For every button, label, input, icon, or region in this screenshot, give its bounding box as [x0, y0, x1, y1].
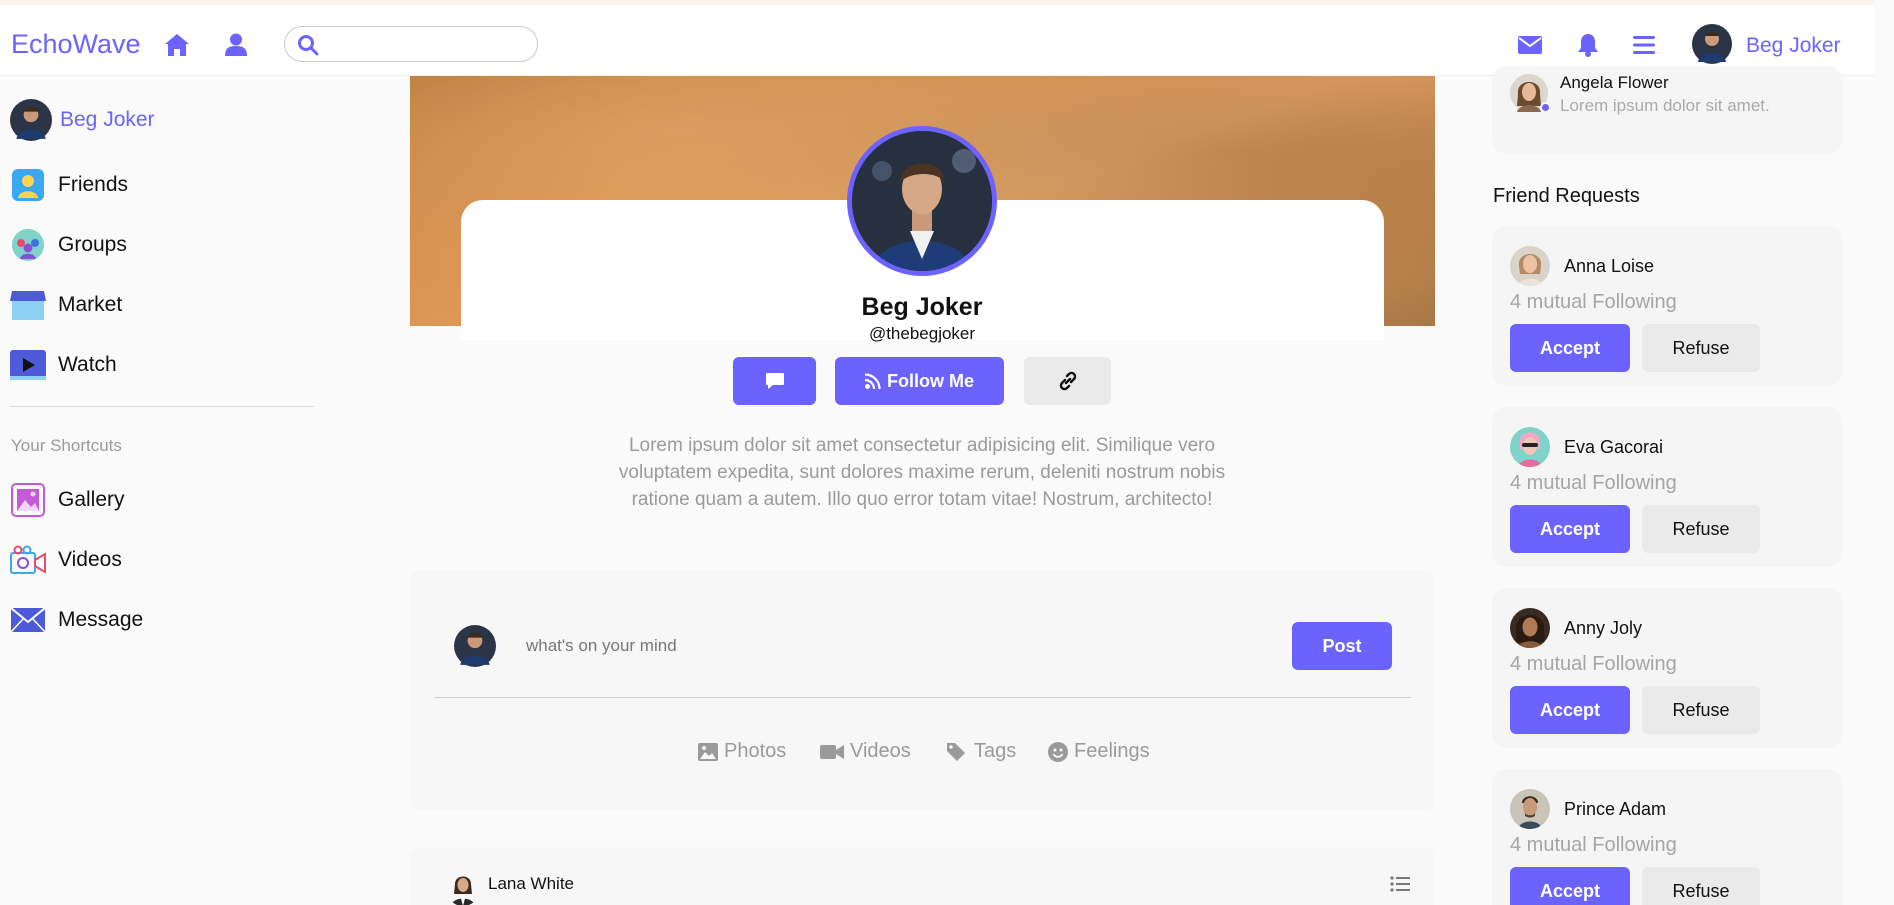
accept-button[interactable]: Accept — [1510, 324, 1630, 372]
video-camera-icon — [820, 744, 844, 759]
profile-icon[interactable] — [222, 31, 250, 59]
app-logo[interactable]: EchoWave — [11, 29, 141, 60]
photos-option[interactable]: Photos — [698, 740, 786, 763]
avatar[interactable] — [1692, 24, 1732, 64]
post-author[interactable]: Lana White — [488, 874, 574, 894]
refuse-button[interactable]: Refuse — [1642, 867, 1760, 905]
avatar[interactable] — [446, 872, 480, 905]
sidebar-item-videos[interactable]: Videos — [10, 540, 122, 580]
friends-icon — [10, 167, 46, 203]
sidebar-item-gallery[interactable]: Gallery — [10, 480, 125, 520]
option-label: Feelings — [1074, 740, 1150, 762]
sidebar-item-label: Videos — [58, 548, 122, 571]
option-label: Videos — [850, 740, 911, 762]
right-sidebar: Angela Flower Lorem ipsum dolor sit amet… — [1490, 66, 1870, 905]
sidebar-item-label: Watch — [58, 353, 117, 376]
online-status-dot — [1540, 102, 1551, 113]
copy-link-button[interactable] — [1024, 357, 1111, 405]
watch-icon — [10, 347, 46, 383]
follow-button[interactable]: Follow Me — [835, 357, 1004, 405]
gallery-icon — [10, 482, 46, 518]
refuse-button[interactable]: Refuse — [1642, 686, 1760, 734]
mutual-count: 4 mutual Following — [1510, 291, 1677, 313]
sidebar-divider — [10, 406, 314, 407]
sidebar-item-message[interactable]: Message — [10, 600, 143, 640]
accept-button[interactable]: Accept — [1510, 505, 1630, 553]
feelings-option[interactable]: Feelings — [1048, 740, 1150, 763]
sidebar-item-label: Groups — [58, 233, 127, 256]
menu-icon[interactable] — [1630, 31, 1658, 59]
videos-option[interactable]: Videos — [820, 740, 911, 763]
refuse-button[interactable]: Refuse — [1642, 324, 1760, 372]
groups-icon — [10, 227, 46, 263]
top-navbar: EchoWave Beg Joker — [0, 0, 1874, 76]
avatar — [10, 99, 52, 141]
requester-name[interactable]: Eva Gacorai — [1564, 437, 1663, 458]
friend-request-card: Anny Joly 4 mutual Following Accept Refu… — [1492, 588, 1842, 748]
sidebar-profile[interactable]: Beg Joker — [10, 99, 155, 141]
option-label: Photos — [724, 740, 787, 762]
mutual-count: 4 mutual Following — [1510, 472, 1677, 494]
post-composer: Post Photos Videos Tags Feelings — [410, 570, 1435, 810]
message-button[interactable] — [733, 357, 816, 405]
sidebar-profile-name: Beg Joker — [60, 108, 155, 131]
search-icon — [297, 34, 319, 61]
mail-icon[interactable] — [1516, 31, 1544, 59]
requester-name[interactable]: Anny Joly — [1564, 618, 1642, 639]
option-label: Tags — [974, 740, 1017, 762]
post-input[interactable] — [526, 630, 1026, 662]
left-sidebar: Beg Joker Friends Groups Market Watch Yo… — [0, 76, 354, 905]
avatar[interactable] — [1510, 789, 1550, 829]
requester-name[interactable]: Prince Adam — [1564, 799, 1666, 820]
bell-icon[interactable] — [1574, 31, 1602, 59]
post-button[interactable]: Post — [1292, 622, 1392, 670]
mutual-count: 4 mutual Following — [1510, 653, 1677, 675]
home-icon[interactable] — [163, 31, 191, 59]
link-icon — [1059, 371, 1076, 391]
sidebar-item-watch[interactable]: Watch — [10, 345, 117, 385]
smile-icon — [1048, 741, 1068, 762]
videos-icon — [10, 542, 46, 578]
accept-button[interactable]: Accept — [1510, 867, 1630, 905]
header-user-name[interactable]: Beg Joker — [1746, 34, 1841, 58]
requester-name[interactable]: Anna Loise — [1564, 256, 1654, 277]
message-preview: Lorem ipsum dolor sit amet. — [1560, 96, 1770, 115]
shortcuts-title: Your Shortcuts — [11, 436, 122, 455]
chat-icon — [765, 373, 784, 389]
accept-button[interactable]: Accept — [1510, 686, 1630, 734]
message-icon — [10, 602, 46, 638]
profile-bio: Lorem ipsum dolor sit amet consectetur a… — [618, 435, 1226, 510]
mutual-count: 4 mutual Following — [1510, 834, 1677, 856]
sidebar-item-label: Gallery — [58, 488, 125, 511]
post-card: Lana White — [410, 848, 1435, 905]
list-icon[interactable] — [1390, 876, 1410, 897]
follow-label: Follow Me — [887, 370, 974, 391]
search-box — [284, 26, 538, 62]
avatar[interactable] — [1510, 246, 1550, 286]
friend-request-card: Prince Adam 4 mutual Following Accept Re… — [1492, 769, 1842, 905]
sidebar-item-friends[interactable]: Friends — [10, 165, 128, 205]
friend-request-card: Anna Loise 4 mutual Following Accept Ref… — [1492, 226, 1842, 386]
message-sender: Angela Flower — [1560, 73, 1669, 92]
friend-requests-title: Friend Requests — [1493, 185, 1640, 207]
tag-icon — [947, 742, 965, 761]
avatar — [454, 625, 496, 667]
rss-icon — [865, 373, 881, 389]
refuse-button[interactable]: Refuse — [1642, 505, 1760, 553]
tags-option[interactable]: Tags — [946, 740, 1016, 763]
profile-picture[interactable] — [847, 126, 997, 276]
avatar[interactable] — [1510, 427, 1550, 467]
message-item[interactable]: Angela Flower Lorem ipsum dolor sit amet… — [1492, 66, 1842, 154]
sidebar-item-label: Friends — [58, 173, 129, 196]
search-input[interactable] — [329, 33, 525, 55]
composer-divider — [434, 697, 1411, 698]
sidebar-item-groups[interactable]: Groups — [10, 225, 127, 265]
avatar[interactable] — [1510, 608, 1550, 648]
image-icon — [698, 742, 718, 761]
friend-request-card: Eva Gacorai 4 mutual Following Accept Re… — [1492, 407, 1842, 567]
sidebar-item-label: Message — [58, 608, 144, 631]
